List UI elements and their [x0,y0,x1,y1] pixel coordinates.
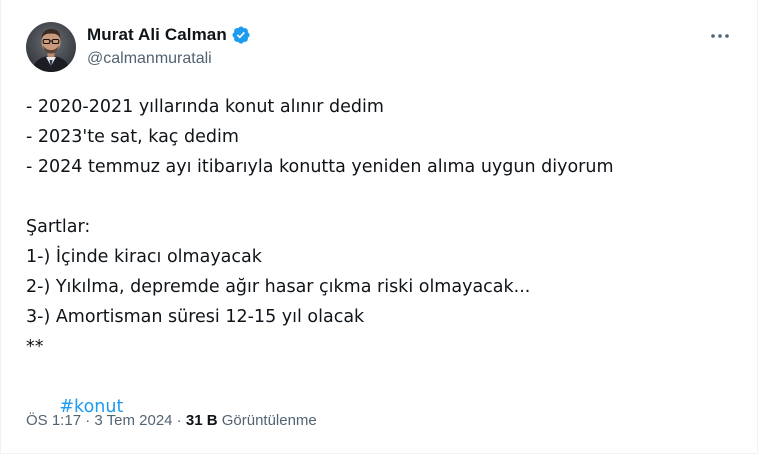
name-row: Murat Ali Calman [87,24,251,46]
avatar-image [26,22,76,72]
tweet-line: - 2024 temmuz ayı itibarıyla konutta yen… [26,157,614,177]
meta-separator: · [81,412,95,429]
tweet-line: 2-) Yıkılma, depremde ağır hasar çıkma r… [26,277,531,297]
hashtag-line: #konut [26,362,726,417]
author-names: Murat Ali Calman @calmanmuratali [87,24,251,68]
more-options-button[interactable] [705,24,735,48]
tweet-line: Şartlar: [26,217,91,237]
tweet-time[interactable]: ÖS 1:17 [26,412,81,429]
avatar[interactable] [26,22,76,72]
author-handle[interactable]: @calmanmuratali [87,50,251,68]
author-display-name[interactable]: Murat Ali Calman [87,25,227,45]
tweet-meta: ÖS 1:17 · 3 Tem 2024 · 31 B Görüntülenme [26,412,317,429]
tweet-line: 3-) Amortisman süresi 12-15 yıl olacak [26,307,365,327]
tweet-date[interactable]: 3 Tem 2024 [94,412,172,429]
views-label: Görüntülenme [221,412,317,429]
tweet-text: - 2020-2021 yıllarında konut alınır dedi… [26,92,726,417]
more-horizontal-icon [711,34,729,38]
tweet-line: - 2020-2021 yıllarında konut alınır dedi… [26,97,384,117]
views-count: 31 B [185,412,218,429]
tweet-line: ** [26,337,44,357]
verified-badge-icon[interactable] [231,25,251,45]
tweet-card: Murat Ali Calman @calmanmuratali - 2020-… [0,0,758,454]
tweet-line: 1-) İçinde kiracı olmayacak [26,247,262,267]
tweet-line: - 2023'te sat, kaç dedim [26,127,239,147]
meta-separator: · [172,412,186,429]
tweet-header: Murat Ali Calman @calmanmuratali [26,22,251,72]
